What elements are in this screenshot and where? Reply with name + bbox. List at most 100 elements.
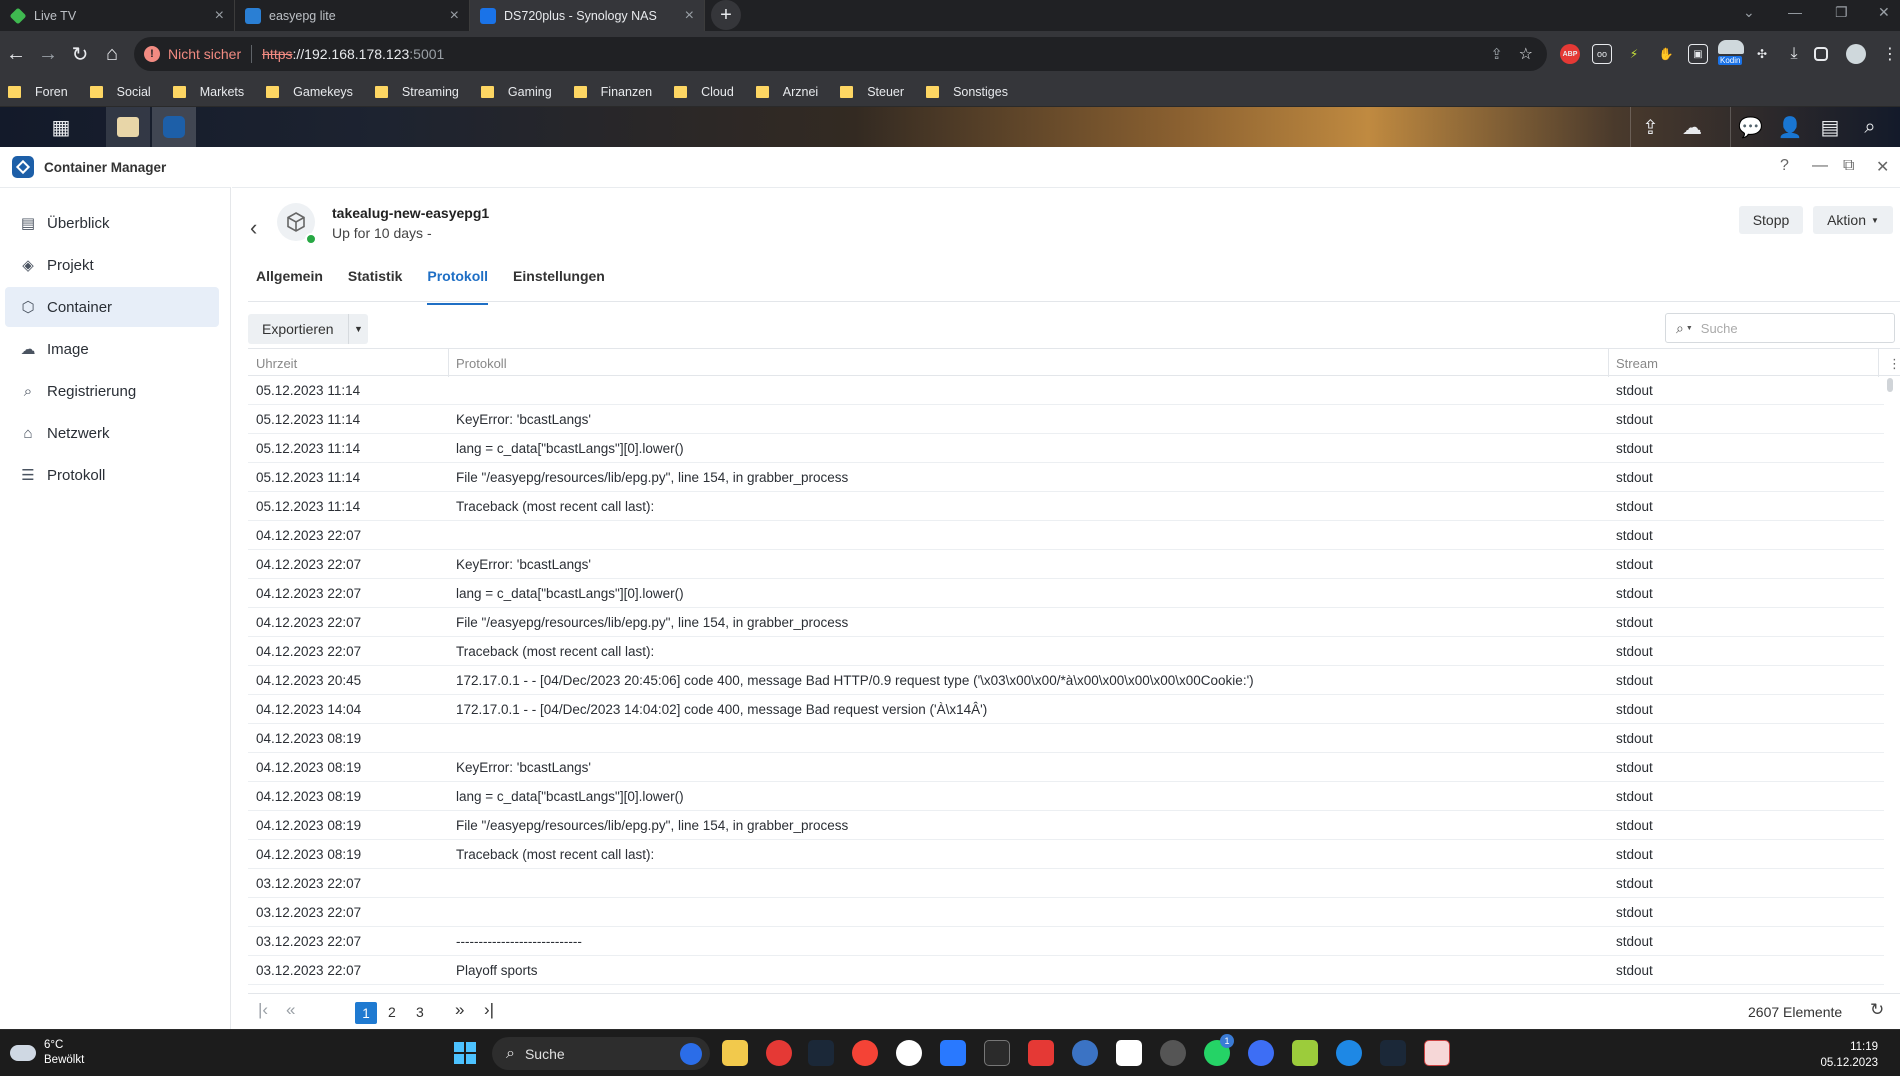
forward-icon[interactable]: → [32,43,64,66]
table-row[interactable]: 04.12.2023 22:07 lang = c_data["bcastLang… [248,579,1884,608]
extension-lightning-icon[interactable]: ⚡ [1624,44,1644,64]
table-row[interactable]: 04.12.2023 08:19 stdout [248,724,1884,753]
ubisoft-icon[interactable] [896,1040,922,1066]
snipping-tool-icon[interactable] [1424,1040,1450,1066]
browser-menu-icon[interactable]: ⋮ [1880,44,1900,64]
page-1-button[interactable]: 1 [355,1002,377,1024]
table-row[interactable]: 04.12.2023 08:19 lang = c_data["bcastLang… [248,782,1884,811]
browser-tab-easyepg[interactable]: easyepg lite × [235,0,470,31]
action-dropdown-button[interactable]: Aktion ▼ [1813,206,1893,234]
table-row[interactable]: 04.12.2023 22:07 stdout [248,521,1884,550]
table-row[interactable]: 04.12.2023 08:19 File "/easyepg/resources… [248,811,1884,840]
bookmark-social[interactable]: Social [89,85,151,99]
download-icon[interactable]: ⤓ [1784,44,1804,64]
back-arrow-icon[interactable]: ‹ [250,215,257,241]
bookmark-sonstiges[interactable]: Sonstiges [926,85,1008,99]
table-row[interactable]: 05.12.2023 11:14 KeyError: 'bcastLangs' st… [248,405,1884,434]
terminal-icon[interactable] [1116,1040,1142,1066]
table-row[interactable]: 03.12.2023 22:07 stdout [248,898,1884,927]
table-row[interactable]: 05.12.2023 11:14 stdout [248,376,1884,405]
notifications-icon[interactable]: 💬 [1730,107,1770,147]
main-menu-icon[interactable]: ▦ [41,107,81,147]
first-page-icon[interactable]: |‹ [258,1000,268,1020]
sidebar-item-project[interactable]: ◈ Projekt [5,245,219,285]
table-row[interactable]: 03.12.2023 22:07 ------------------------… [248,927,1884,956]
export-button[interactable]: Exportieren ▼ [248,314,368,344]
app-blue-icon[interactable] [1336,1040,1362,1066]
extension-tv-icon[interactable]: ▣ [1688,44,1708,64]
steam-icon[interactable] [808,1040,834,1066]
package-center-taskbar-icon[interactable] [106,107,150,147]
next-page-icon[interactable]: » [455,1000,464,1020]
whatsapp-icon[interactable]: 1 [1204,1034,1234,1066]
table-row[interactable]: 05.12.2023 11:14 lang = c_data["bcastLang… [248,434,1884,463]
sidebar-item-image[interactable]: ☁ Image [5,329,219,369]
stop-button[interactable]: Stopp [1739,206,1803,234]
window-minimize-icon[interactable]: — [1812,157,1828,175]
cloud-sync-icon[interactable]: ☁ [1672,107,1712,147]
column-divider[interactable] [1608,349,1609,377]
table-row[interactable]: 03.12.2023 22:07 stdout [248,869,1884,898]
refresh-icon[interactable]: ↻ [1870,1000,1884,1020]
sidebar-item-log[interactable]: ☰ Protokoll [5,455,219,495]
weather-widget[interactable]: 6°C Bewölkt [10,1038,84,1068]
search-icon[interactable]: ⌕ [1850,107,1890,147]
tab-log[interactable]: Protokoll [427,268,488,305]
bookmark-finanzen[interactable]: Finanzen [573,85,652,99]
widgets-icon[interactable]: ▤ [1810,107,1850,147]
profile-avatar[interactable] [1846,44,1866,64]
column-options-icon[interactable]: ⋮ [1888,356,1900,372]
steam-2-icon[interactable] [1380,1040,1406,1066]
sidepanel-icon[interactable] [1814,47,1828,61]
window-close-icon[interactable]: ✕ [1876,157,1889,177]
reload-icon[interactable]: ↻ [64,42,96,67]
last-page-icon[interactable]: ›| [484,1000,494,1020]
close-window-icon[interactable]: ✕ [1878,4,1890,21]
url-text[interactable]: https://192.168.178.123:5001 [262,46,444,62]
tab-statistics[interactable]: Statistik [348,268,402,298]
close-tab-icon[interactable]: × [450,7,459,25]
minimize-icon[interactable]: — [1788,4,1802,20]
bookmark-star-icon[interactable]: ☆ [1519,44,1533,64]
new-tab-button[interactable]: + [711,0,741,30]
bookmark-gaming[interactable]: Gaming [480,85,552,99]
back-icon[interactable]: ← [0,43,32,66]
log-table-body[interactable]: 05.12.2023 11:14 stdout 05.12.2023 11:14 Ke… [248,376,1884,993]
app-circle-icon[interactable] [1072,1040,1098,1066]
sidebar-item-overview[interactable]: ▤ Überblick [5,203,219,243]
nintendo-switch-icon[interactable] [1028,1040,1054,1066]
table-row[interactable]: 04.12.2023 20:45 172.17.0.1 - - [04/Dec/2… [248,666,1884,695]
table-row[interactable]: 04.12.2023 08:19 KeyError: 'bcastLangs' st… [248,753,1884,782]
table-row[interactable]: 03.12.2023 22:07 Playoff sports stdout [248,956,1884,985]
bookmark-foren[interactable]: Foren [8,85,68,99]
sidebar-item-registry[interactable]: ⌕ Registrierung [5,371,219,411]
app-lightning-icon[interactable] [1292,1040,1318,1066]
column-header-stream[interactable]: Stream [1616,356,1658,371]
adblock-plus-icon[interactable]: ABP [1560,44,1580,64]
openai-icon[interactable] [1160,1040,1186,1066]
omnibox[interactable]: ! Nicht sicher https://192.168.178.123:5… [134,37,1547,71]
bookmark-arznei[interactable]: Arznei [755,85,818,99]
chrome-icon[interactable] [766,1040,792,1066]
extension-kodin-icon[interactable]: Kodin [1718,40,1746,65]
bookmark-cloud[interactable]: Cloud [674,85,734,99]
window-maximize-icon[interactable]: ⧉ [1843,157,1854,175]
column-header-time[interactable]: Uhrzeit [256,356,297,371]
search-input[interactable]: ⌕ ▼ Suche [1665,313,1895,343]
file-explorer-icon[interactable] [722,1040,748,1066]
help-icon[interactable]: ? [1780,157,1789,175]
export-dropdown-caret-icon[interactable]: ▼ [348,314,368,344]
close-tab-icon[interactable]: × [215,7,224,25]
page-3-button[interactable]: 3 [416,1004,424,1020]
extension-hand-icon[interactable]: ✋ [1656,44,1676,64]
browser-tab-live-tv[interactable]: Live TV × [0,0,235,31]
upload-tray-icon[interactable]: ⇪ [1630,107,1670,147]
restore-icon[interactable]: ❐ [1835,4,1848,21]
battlenet-icon[interactable] [940,1040,966,1066]
system-clock[interactable]: 11:19 05.12.2023 [1820,1039,1878,1071]
page-2-button[interactable]: 2 [388,1004,396,1020]
vertical-scrollbar[interactable] [1887,378,1893,392]
table-row[interactable]: 04.12.2023 22:07 File "/easyepg/resources… [248,608,1884,637]
container-manager-taskbar-icon[interactable] [152,107,196,147]
table-row[interactable]: 05.12.2023 11:14 File "/easyepg/resources… [248,463,1884,492]
